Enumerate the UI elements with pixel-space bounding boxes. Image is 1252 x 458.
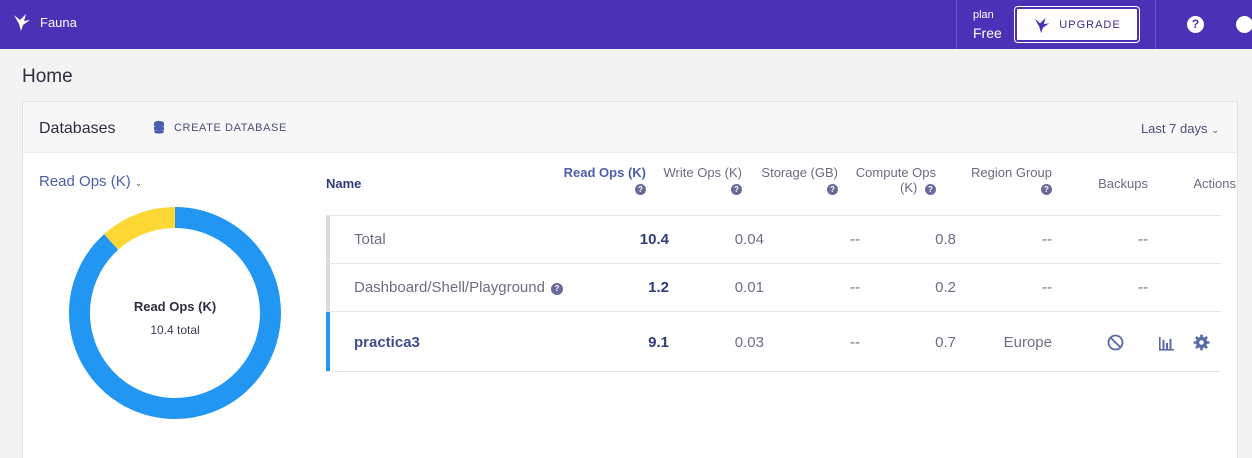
disabled-icon[interactable] bbox=[1107, 334, 1124, 351]
write-ops-value: 0.03 bbox=[734, 334, 764, 351]
col-storage-label: Storage (GB) bbox=[761, 165, 838, 180]
col-compute-ops-unit: (K) bbox=[900, 180, 918, 195]
read-ops-value: 1.2 bbox=[648, 279, 669, 296]
help-icon[interactable]: ? bbox=[1041, 184, 1052, 195]
plan-value: Free bbox=[973, 25, 1002, 41]
help-icon[interactable]: ? bbox=[925, 184, 936, 195]
metric-dropdown[interactable]: Read Ops (K) ⌄ bbox=[39, 173, 142, 190]
db-name-cell: Dashboard/Shell/Playground? bbox=[354, 279, 563, 296]
db-name: Total bbox=[354, 231, 386, 248]
region-value: -- bbox=[1042, 279, 1052, 296]
app-name: Fauna bbox=[40, 14, 77, 30]
donut-slice-dashboard-shell-playground[interactable] bbox=[104, 207, 176, 251]
donut-center-label: Read Ops (K) 10.4 total bbox=[68, 298, 282, 337]
row-indicator bbox=[326, 312, 330, 371]
compute-ops-value: 0.2 bbox=[935, 279, 956, 296]
account-icon[interactable] bbox=[1236, 16, 1252, 33]
top-bar: Fauna plan Free UPGRADE ? bbox=[0, 0, 1252, 49]
gear-icon[interactable] bbox=[1193, 334, 1210, 351]
col-read-ops-label: Read Ops (K) bbox=[563, 165, 646, 180]
read-ops-value: 9.1 bbox=[648, 334, 669, 351]
col-write-ops-label: Write Ops (K) bbox=[663, 165, 743, 180]
fauna-bird-icon bbox=[14, 14, 30, 31]
backups-value: -- bbox=[1138, 231, 1148, 248]
donut-total: 10.4 total bbox=[150, 323, 200, 337]
col-region-label: Region Group bbox=[971, 165, 1052, 180]
row-indicator bbox=[326, 216, 330, 263]
region-value: Europe bbox=[1003, 334, 1052, 351]
col-compute-ops-label: Compute Ops bbox=[855, 165, 936, 180]
help-icon[interactable]: ? bbox=[827, 184, 838, 195]
database-icon bbox=[154, 121, 164, 134]
write-ops-value: 0.01 bbox=[734, 279, 764, 296]
storage-value: -- bbox=[850, 334, 860, 351]
plan-info: plan Free bbox=[973, 8, 1002, 40]
table-row[interactable]: Dashboard/Shell/Playground? 1.2 0.01 -- … bbox=[326, 264, 1221, 312]
divider bbox=[1155, 0, 1156, 49]
backups-value: -- bbox=[1138, 279, 1148, 296]
databases-card: Databases CREATE DATABASE Last 7 days ⌄ R… bbox=[22, 101, 1238, 458]
storage-value: -- bbox=[850, 279, 860, 296]
card-header: Databases CREATE DATABASE Last 7 days ⌄ bbox=[23, 102, 1237, 153]
db-name: Dashboard/Shell/Playground bbox=[354, 279, 545, 296]
donut-chart: Read Ops (K) 10.4 total bbox=[68, 206, 282, 420]
region-value: -- bbox=[1042, 231, 1052, 248]
create-database-label: CREATE DATABASE bbox=[174, 121, 287, 134]
plan-label: plan bbox=[973, 9, 994, 21]
card-title: Databases bbox=[39, 120, 116, 137]
write-ops-value: 0.04 bbox=[734, 231, 764, 248]
upgrade-label: UPGRADE bbox=[1059, 18, 1121, 31]
row-indicator bbox=[326, 264, 330, 311]
brand[interactable]: Fauna bbox=[12, 12, 77, 32]
metric-label: Read Ops (K) bbox=[39, 173, 131, 190]
storage-value: -- bbox=[850, 231, 860, 248]
compute-ops-value: 0.8 bbox=[935, 231, 956, 248]
table-row[interactable]: Total 10.4 0.04 -- 0.8 -- -- bbox=[326, 216, 1221, 264]
time-range-label: Last 7 days bbox=[1140, 121, 1208, 136]
compute-ops-value: 0.7 bbox=[935, 334, 956, 351]
upgrade-button[interactable]: UPGRADE bbox=[1015, 7, 1139, 42]
help-icon[interactable]: ? bbox=[550, 283, 563, 295]
table-row[interactable]: practica3 9.1 0.03 -- 0.7 Europe bbox=[326, 312, 1221, 372]
chevron-down-icon: ⌄ bbox=[1211, 125, 1219, 135]
donut-title: Read Ops (K) bbox=[133, 299, 217, 314]
read-ops-value: 10.4 bbox=[639, 231, 669, 248]
help-icon[interactable]: ? bbox=[1187, 16, 1204, 33]
create-database-button[interactable]: CREATE DATABASE bbox=[154, 121, 287, 134]
page-title: Home bbox=[22, 66, 73, 87]
bar-chart-icon[interactable] bbox=[1158, 334, 1175, 351]
time-range-dropdown[interactable]: Last 7 days ⌄ bbox=[1141, 121, 1219, 136]
divider bbox=[956, 0, 957, 49]
fauna-bird-icon bbox=[1035, 17, 1050, 33]
chevron-down-icon: ⌄ bbox=[134, 178, 143, 188]
db-name-link[interactable]: practica3 bbox=[354, 334, 420, 351]
